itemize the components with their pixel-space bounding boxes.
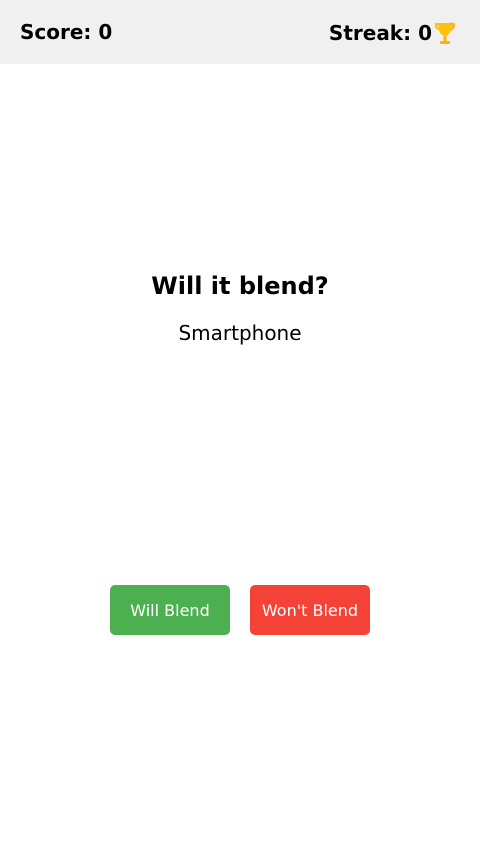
wont-blend-button[interactable]: Won't Blend (250, 585, 370, 635)
top-bar: Score: 0 Streak: 0 (0, 0, 480, 64)
trophy-icon (432, 18, 458, 48)
score-display: Score: 0 (20, 20, 113, 44)
item-name: Smartphone (178, 321, 302, 345)
game-screen: Score: 0 Streak: 0 Will it blend? Smartp… (0, 0, 480, 844)
will-blend-button[interactable]: Will Blend (110, 585, 230, 635)
streak-display: Streak: 0 (329, 18, 458, 48)
streak-label: Streak: 0 (328, 21, 432, 45)
question-title: Will it blend? (151, 272, 329, 300)
